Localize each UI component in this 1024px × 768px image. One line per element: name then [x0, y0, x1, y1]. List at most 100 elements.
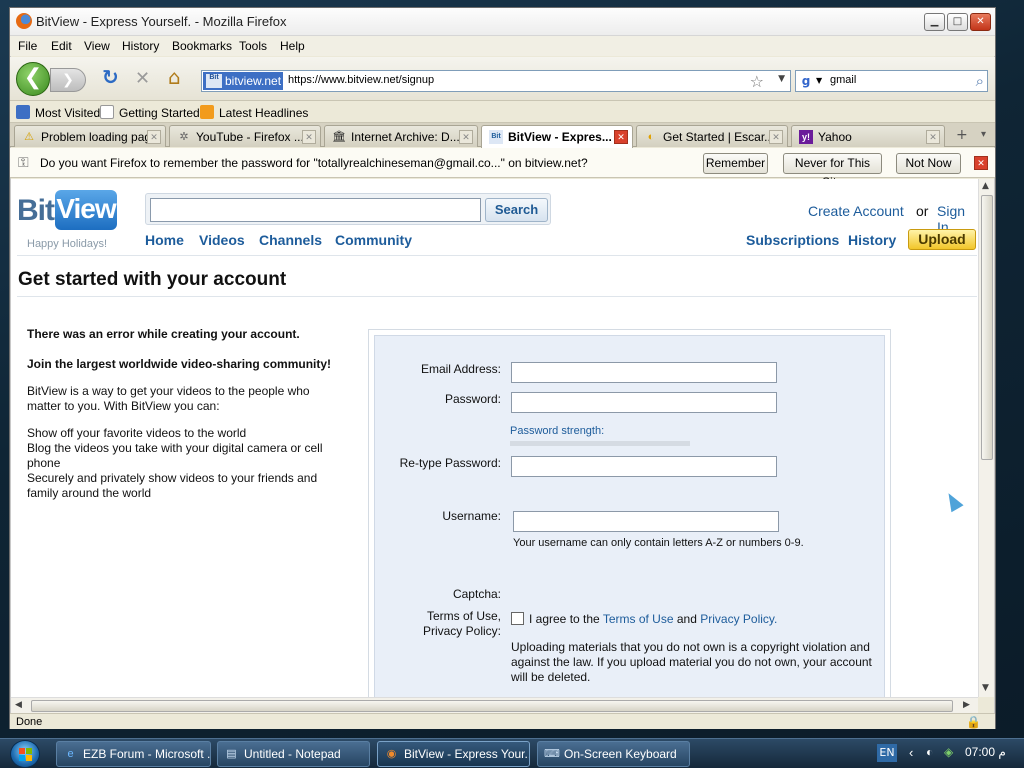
page-title: Get started with your account	[18, 269, 287, 290]
tab-bitview[interactable]: Bit BitView - Expres... ✕	[481, 125, 633, 148]
feature-item: Show off your favorite videos to the wor…	[27, 426, 247, 440]
search-icon[interactable]: ⌕	[976, 72, 984, 90]
nav-channels[interactable]: Channels	[259, 232, 322, 248]
tab-get-started[interactable]: ◐ Get Started | Escar... ✕	[636, 125, 788, 147]
minimize-button[interactable]: ▁	[924, 13, 945, 31]
nav-videos[interactable]: Videos	[199, 232, 245, 248]
email-field[interactable]	[511, 362, 777, 383]
back-button[interactable]: ❮	[16, 62, 50, 96]
reload-icon[interactable]: ↻	[102, 67, 119, 87]
privacy-policy-link[interactable]: Privacy Policy.	[700, 612, 777, 626]
home-icon[interactable]: ⌂	[168, 67, 181, 87]
tab-close-icon[interactable]: ✕	[147, 130, 161, 144]
tab-close-icon[interactable]: ✕	[459, 130, 473, 144]
title-bar[interactable]: BitView - Express Yourself. - Mozilla Fi…	[10, 8, 995, 36]
bookmarks-toolbar: Most Visited Getting Started Latest Head…	[10, 101, 995, 123]
horizontal-scrollbar[interactable]: ◀ ▶	[11, 697, 978, 713]
clock[interactable]: 07:00 م	[965, 745, 1006, 759]
bitview-logo[interactable]: Bit View Happy Holidays!	[17, 188, 127, 250]
network-icon[interactable]: ◈	[944, 745, 953, 759]
agree-checkbox[interactable]	[511, 612, 524, 625]
tab-list-icon[interactable]: ▾	[981, 129, 986, 140]
navigation-toolbar: ❮ ❯ ↻ ✕ ⌂ Bit bitview.net https://www.bi…	[10, 57, 995, 101]
notification-close-icon[interactable]: ✕	[974, 156, 988, 170]
menu-bar: File Edit View History Bookmarks Tools H…	[10, 36, 995, 56]
bookmark-star-icon[interactable]: ☆	[750, 72, 764, 91]
chrome-icon: ◐	[647, 131, 655, 143]
tab-close-icon[interactable]: ✕	[769, 130, 783, 144]
scroll-up-icon[interactable]: ▲	[982, 181, 989, 191]
bookmark-latest-headlines[interactable]: Latest Headlines	[200, 105, 308, 120]
not-now-button[interactable]: Not Now	[896, 153, 961, 174]
menu-history[interactable]: History	[122, 39, 159, 53]
tab-youtube[interactable]: ✲ YouTube - Firefox ... ✕	[169, 125, 321, 147]
new-tab-icon[interactable]: +	[956, 127, 968, 143]
forward-button[interactable]: ❯	[50, 68, 86, 92]
close-button[interactable]: ✕	[970, 13, 991, 31]
menu-help[interactable]: Help	[280, 39, 305, 53]
terms-label: Terms of Use,	[426, 609, 501, 623]
nav-community[interactable]: Community	[335, 232, 412, 248]
menu-bookmarks[interactable]: Bookmarks	[172, 39, 232, 53]
password-strength-meter	[510, 441, 690, 446]
create-account-link[interactable]: Create Account	[808, 203, 904, 219]
menu-file[interactable]: File	[18, 39, 37, 53]
taskbar-item-onscreen-keyboard[interactable]: ⌨ On-Screen Keyboard	[537, 741, 690, 767]
site-search-button[interactable]: Search	[485, 198, 548, 222]
tab-close-icon[interactable]: ✕	[614, 130, 628, 144]
history-link[interactable]: History	[848, 232, 896, 248]
menu-view[interactable]: View	[84, 39, 110, 53]
tray-expand-icon[interactable]: ‹	[909, 745, 913, 760]
volume-icon[interactable]: ◐	[926, 745, 933, 759]
never-for-this-site-button[interactable]: Never for This Site	[783, 153, 882, 189]
vertical-scrollbar[interactable]: ▲ ▼	[978, 179, 994, 697]
tab-close-icon[interactable]: ✕	[302, 130, 316, 144]
url-dropdown-icon[interactable]: ▼	[778, 74, 785, 84]
taskbar-item-firefox[interactable]: ◉ BitView - Express Your...	[377, 741, 530, 767]
taskbar-item-ezb-forum[interactable]: e EZB Forum - Microsoft ...	[56, 741, 211, 767]
site-search-input[interactable]	[150, 198, 481, 222]
logo-tagline: Happy Holidays!	[27, 238, 108, 250]
taskbar-item-notepad[interactable]: ▤ Untitled - Notepad	[217, 741, 370, 767]
password-field[interactable]	[511, 392, 777, 413]
upload-button[interactable]: Upload	[908, 229, 976, 250]
tab-problem-loading[interactable]: ⚠ Problem loading page ✕	[14, 125, 166, 147]
scroll-right-icon[interactable]: ▶	[963, 700, 970, 710]
username-field[interactable]	[513, 511, 779, 532]
remember-button[interactable]: Remember	[703, 153, 768, 174]
privacy-label: Privacy Policy:	[422, 624, 501, 638]
url-text[interactable]: https://www.bitview.net/signup	[288, 74, 434, 86]
google-icon[interactable]: g	[798, 73, 814, 89]
language-indicator[interactable]: EN	[877, 744, 897, 762]
scroll-down-icon[interactable]: ▼	[982, 683, 989, 693]
site-identity-button[interactable]: Bit bitview.net	[203, 72, 283, 90]
tab-close-icon[interactable]: ✕	[926, 130, 940, 144]
search-bar[interactable]: g ▼ gmail ⌕	[795, 70, 988, 92]
maximize-button[interactable]: □	[947, 13, 968, 31]
stop-icon[interactable]: ✕	[135, 70, 150, 88]
menu-edit[interactable]: Edit	[51, 39, 72, 53]
tab-yahoo[interactable]: y! Yahoo ✕	[791, 125, 945, 147]
search-engine-dropdown-icon[interactable]: ▼	[816, 76, 822, 85]
scroll-left-icon[interactable]: ◀	[15, 700, 22, 710]
firefox-window: BitView - Express Yourself. - Mozilla Fi…	[9, 7, 996, 729]
terms-of-use-link[interactable]: Terms of Use	[603, 612, 674, 626]
tab-internet-archive[interactable]: 🏛 Internet Archive: D... ✕	[324, 125, 478, 147]
nav-home[interactable]: Home	[145, 232, 184, 248]
copyright-warning: Uploading materials that you do not own …	[511, 640, 872, 684]
bookmark-most-visited[interactable]: Most Visited	[16, 105, 100, 120]
menu-tools[interactable]: Tools	[239, 39, 267, 53]
window-title: BitView - Express Yourself. - Mozilla Fi…	[36, 14, 287, 29]
email-label: Email Address:	[420, 362, 501, 376]
title-divider	[17, 296, 977, 297]
horizontal-scroll-thumb[interactable]	[31, 700, 953, 712]
search-bar-value[interactable]: gmail	[830, 74, 856, 86]
start-button[interactable]	[10, 740, 40, 768]
subscriptions-link[interactable]: Subscriptions	[746, 232, 839, 248]
lock-icon[interactable]: 🔒	[966, 715, 981, 729]
url-bar[interactable]: Bit bitview.net https://www.bitview.net/…	[201, 70, 791, 92]
retype-password-field[interactable]	[511, 456, 777, 477]
vertical-scroll-thumb[interactable]	[981, 195, 993, 460]
bookmark-getting-started[interactable]: Getting Started	[100, 105, 200, 120]
archive-icon: 🏛	[332, 131, 346, 143]
